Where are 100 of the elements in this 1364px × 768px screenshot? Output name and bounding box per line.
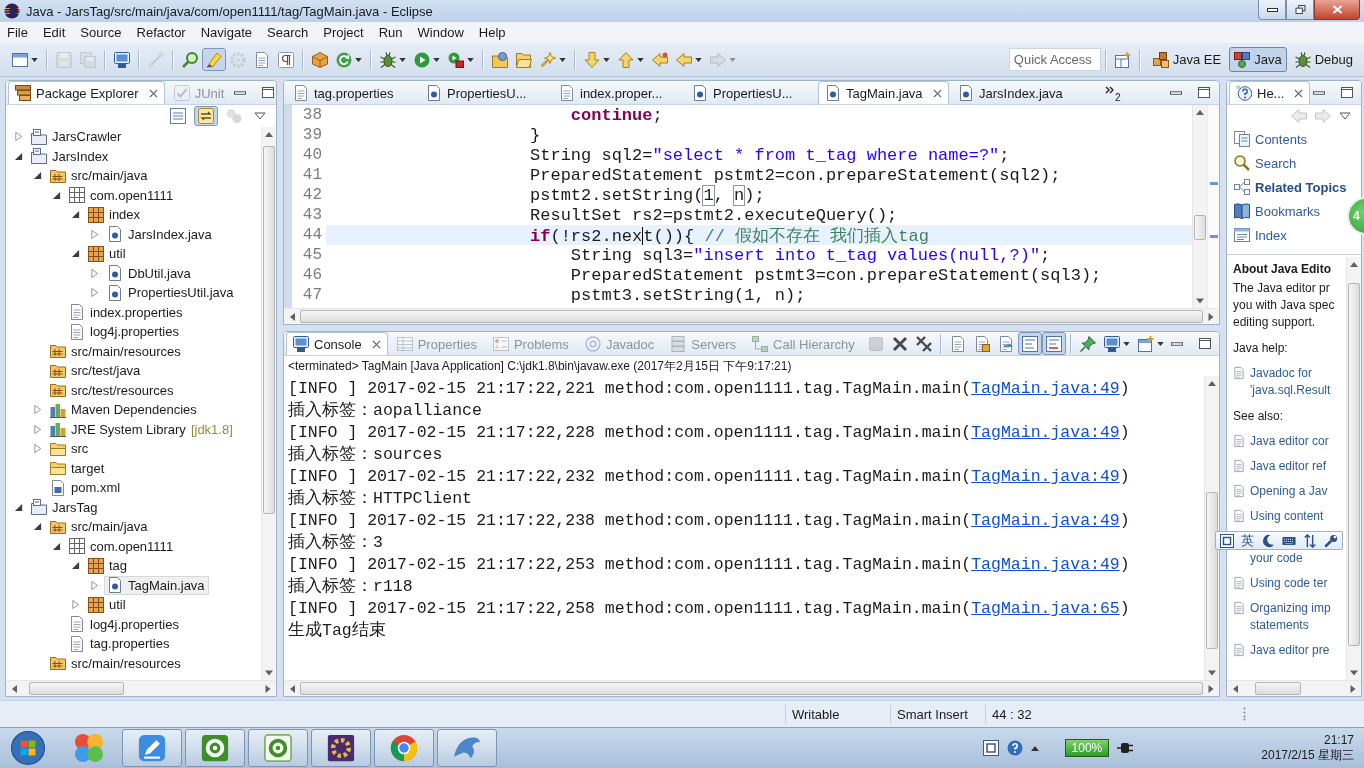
tree-item[interactable]: src/main/java bbox=[47, 166, 152, 186]
tab[interactable]: index.proper... bbox=[552, 81, 683, 104]
tree-item[interactable]: src/main/java bbox=[47, 517, 152, 537]
tree-item[interactable]: util bbox=[85, 244, 130, 264]
minimize-button[interactable] bbox=[1258, 0, 1286, 20]
tree-item[interactable]: Maven Dependencies bbox=[47, 400, 201, 420]
tree-item[interactable]: log4j.properties bbox=[66, 614, 183, 634]
show-stdout-button[interactable] bbox=[1017, 332, 1042, 355]
tab[interactable]: PropertiesU... bbox=[419, 81, 550, 104]
tree-item[interactable]: JarsIndex bbox=[28, 146, 113, 166]
source-link[interactable]: TagMain.java:65 bbox=[971, 599, 1120, 618]
scrollbar-thumb[interactable] bbox=[1206, 492, 1218, 650]
triangle-right-icon[interactable] bbox=[90, 268, 99, 278]
perspective-button[interactable]: Java bbox=[1229, 47, 1287, 72]
help-link[interactable]: Organizing imp statements bbox=[1250, 600, 1331, 634]
menu-item[interactable]: Search bbox=[260, 25, 317, 40]
scrollbar-thumb[interactable] bbox=[1348, 282, 1360, 647]
start-button[interactable] bbox=[8, 729, 48, 767]
caret-right-icon[interactable] bbox=[1350, 684, 1356, 693]
caret-left-icon[interactable] bbox=[289, 312, 295, 321]
triangle-right-icon[interactable] bbox=[14, 132, 23, 142]
menu-item[interactable]: Source bbox=[73, 25, 130, 40]
link-editor-button[interactable] bbox=[194, 106, 218, 126]
source-link[interactable]: TagMain.java:49 bbox=[971, 423, 1120, 442]
maximize-button[interactable] bbox=[1197, 337, 1212, 350]
menu-item[interactable]: Run bbox=[371, 25, 411, 40]
tree-item[interactable]: util bbox=[85, 595, 130, 615]
tab[interactable]: TagMain.java bbox=[818, 81, 949, 104]
caret-down-icon[interactable] bbox=[1350, 670, 1358, 676]
triangle-down-icon[interactable] bbox=[33, 171, 42, 181]
caret-right-icon[interactable] bbox=[1208, 684, 1214, 693]
triangle-down-icon[interactable] bbox=[52, 190, 61, 200]
quick-access-field[interactable]: Quick Access bbox=[1008, 48, 1101, 71]
tree-item[interactable]: tag.properties bbox=[66, 634, 174, 654]
more-tabs-button[interactable]: 2 bbox=[1098, 82, 1128, 104]
framed-square-icon[interactable] bbox=[1220, 533, 1234, 548]
scrollbar-thumb[interactable] bbox=[300, 682, 1203, 695]
tree-item[interactable]: pom.xml bbox=[47, 478, 125, 498]
tree-item[interactable]: target bbox=[47, 458, 109, 478]
caret-left-icon[interactable] bbox=[1232, 684, 1238, 693]
menu-item[interactable]: Edit bbox=[35, 25, 74, 40]
tab[interactable]: He... bbox=[1229, 81, 1311, 104]
perspective-button[interactable]: Java EE bbox=[1147, 47, 1227, 72]
triangle-right-icon[interactable] bbox=[90, 288, 99, 298]
tab[interactable]: JarsIndex.java bbox=[951, 81, 1082, 104]
help-link[interactable]: Using code ter bbox=[1250, 575, 1328, 592]
vertical-scrollbar[interactable] bbox=[1204, 376, 1219, 680]
highlight-button[interactable] bbox=[202, 48, 226, 71]
caret-down-icon[interactable] bbox=[1196, 298, 1204, 304]
grip-icon[interactable] bbox=[1243, 707, 1246, 721]
triangle-right-icon[interactable] bbox=[90, 580, 99, 590]
source-link[interactable]: TagMain.java:49 bbox=[971, 467, 1120, 486]
triangle-down-icon[interactable] bbox=[71, 210, 80, 220]
horizontal-scrollbar[interactable] bbox=[284, 308, 1219, 324]
tree-item[interactable]: JRE System Library [jdk1.8] bbox=[47, 419, 237, 439]
tab[interactable]: Console bbox=[286, 332, 388, 355]
triangle-down-icon[interactable] bbox=[14, 151, 23, 161]
tree-item[interactable]: com.open1111 bbox=[66, 185, 178, 205]
caret-up-icon[interactable] bbox=[265, 131, 273, 137]
arrows-icon[interactable] bbox=[1303, 533, 1317, 548]
horizontal-scrollbar[interactable] bbox=[6, 680, 276, 696]
caret-up-icon[interactable] bbox=[1196, 109, 1204, 115]
close-button[interactable] bbox=[1314, 0, 1360, 20]
menu-item[interactable]: Window bbox=[410, 25, 472, 40]
help-link[interactable]: your code bbox=[1250, 550, 1303, 567]
restore-button[interactable] bbox=[1286, 0, 1314, 20]
tab[interactable]: PropertiesU... bbox=[685, 81, 816, 104]
tree-item[interactable]: src/test/java bbox=[47, 361, 145, 381]
help-nav-link[interactable]: Bookmarks bbox=[1233, 202, 1322, 220]
scrollbar-thumb[interactable] bbox=[1194, 215, 1206, 240]
caret-down-icon[interactable] bbox=[265, 670, 273, 676]
help-link[interactable]: Java editor cor bbox=[1250, 433, 1329, 450]
triangle-right-icon[interactable] bbox=[33, 405, 42, 415]
clock-time[interactable]: 21:17 bbox=[1323, 733, 1354, 748]
triangle-down-icon[interactable] bbox=[71, 249, 80, 259]
tree-item[interactable]: JarsCrawler bbox=[28, 127, 126, 147]
triangle-down-icon[interactable] bbox=[71, 561, 80, 571]
scrollbar-thumb[interactable] bbox=[263, 146, 275, 514]
source-link[interactable]: TagMain.java:49 bbox=[971, 555, 1120, 574]
close-icon[interactable] bbox=[371, 339, 381, 349]
triangle-right-icon[interactable] bbox=[90, 229, 99, 239]
help-nav-link[interactable]: Related Topics bbox=[1233, 178, 1348, 196]
triangle-right-icon[interactable] bbox=[33, 444, 42, 454]
menu-item[interactable]: Navigate bbox=[193, 25, 260, 40]
taskbar-button[interactable] bbox=[311, 729, 371, 767]
tab[interactable]: Package Explorer bbox=[8, 81, 165, 104]
framed-square-icon[interactable] bbox=[982, 740, 999, 756]
tree-item[interactable]: PropertiesUtil.java bbox=[104, 283, 238, 303]
horizontal-scrollbar[interactable] bbox=[284, 680, 1219, 696]
moon-icon[interactable] bbox=[1261, 533, 1275, 548]
ruler-marker[interactable] bbox=[1210, 182, 1218, 186]
input-mode-toggle[interactable]: 英 bbox=[1241, 531, 1254, 550]
source-link[interactable]: TagMain.java:49 bbox=[971, 511, 1120, 530]
close-icon[interactable] bbox=[1294, 88, 1304, 98]
tree-item[interactable]: tag bbox=[85, 556, 132, 576]
help-nav-link[interactable]: Contents bbox=[1233, 130, 1309, 148]
vertical-scrollbar[interactable] bbox=[1346, 257, 1361, 680]
menu-item[interactable]: File bbox=[0, 25, 36, 40]
caret-down-icon[interactable] bbox=[1208, 670, 1216, 676]
caret-left-icon[interactable] bbox=[11, 684, 17, 693]
